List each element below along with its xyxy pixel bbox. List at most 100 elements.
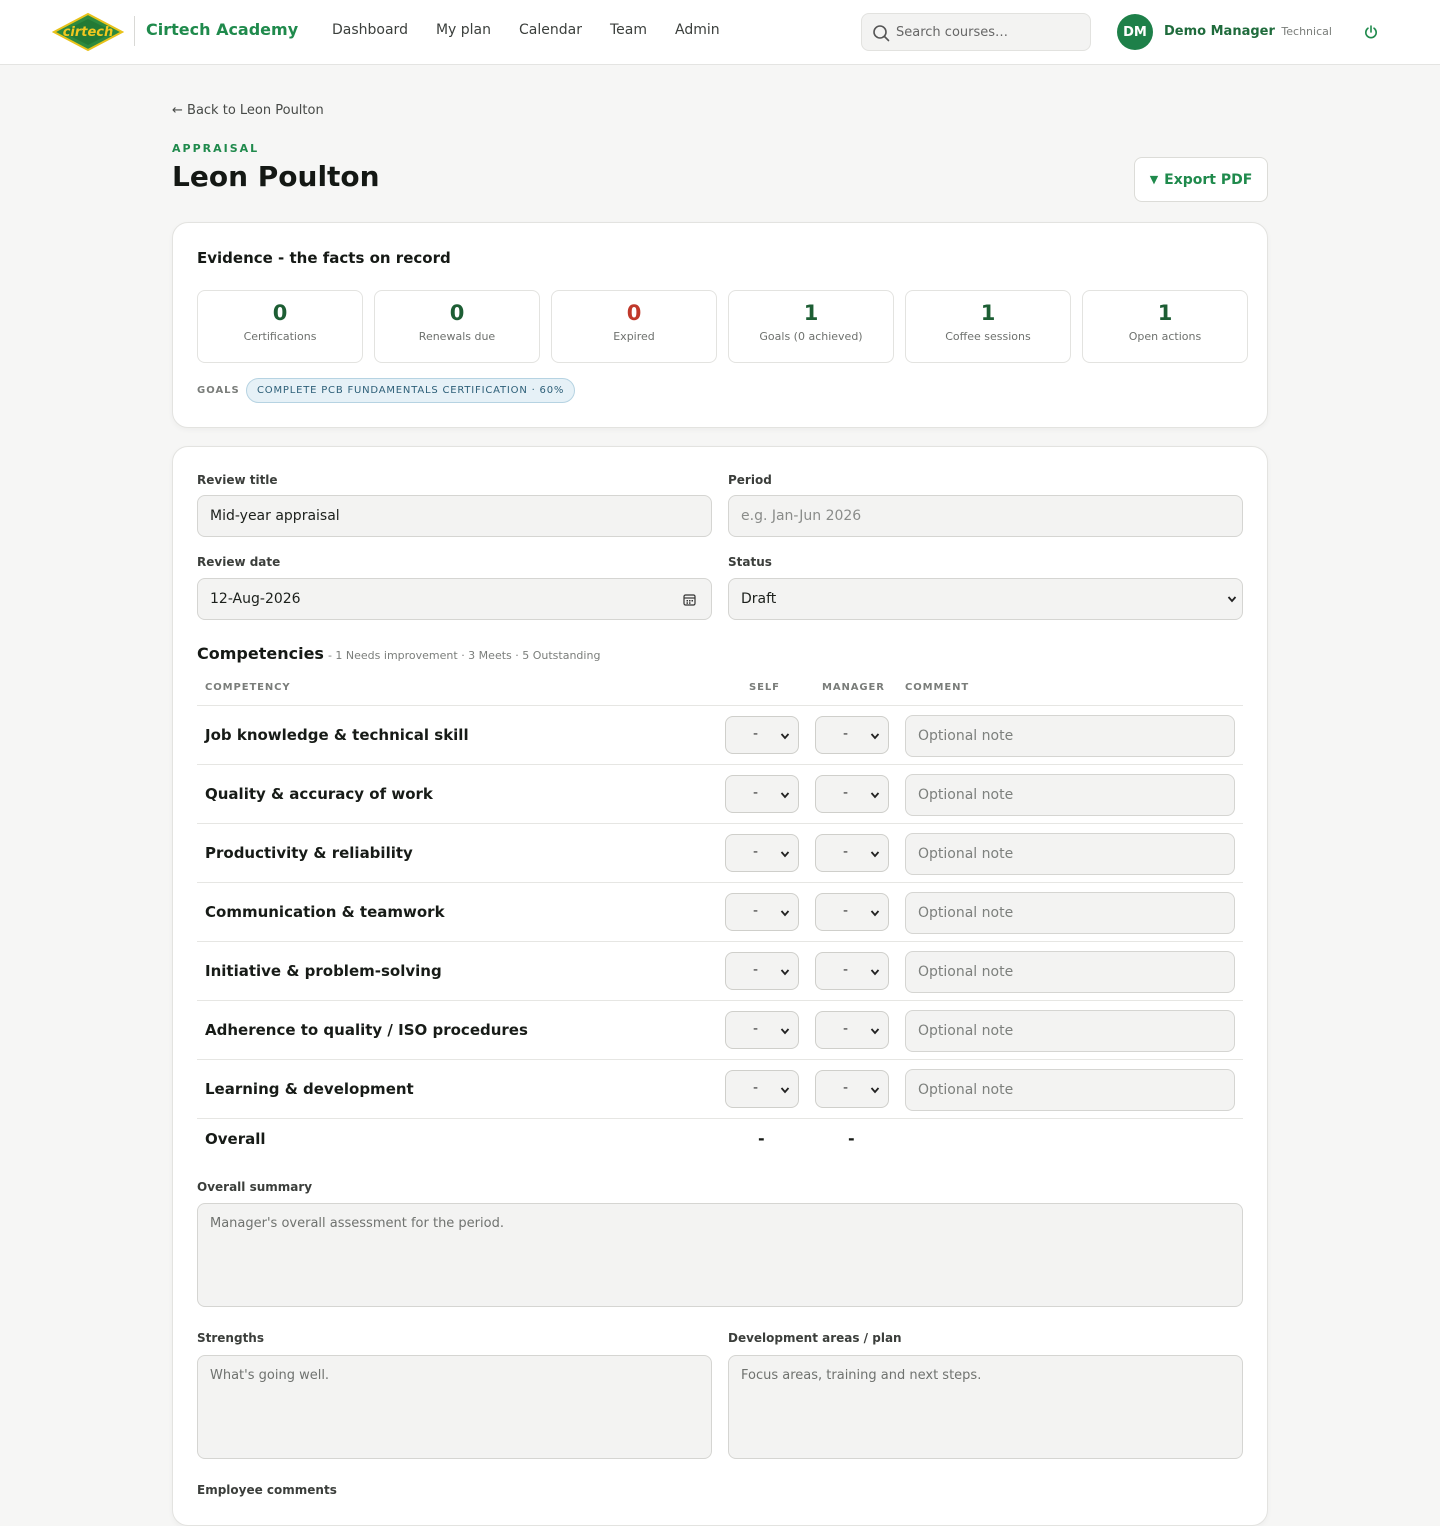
comment-note-input[interactable]: [905, 892, 1235, 934]
manager-rating-select[interactable]: -: [815, 1011, 889, 1049]
th-self: SELF: [749, 682, 780, 693]
svg-text:cirtech: cirtech: [63, 25, 114, 40]
overall-summary-textarea[interactable]: [197, 1203, 1243, 1307]
comment-note-input[interactable]: [905, 833, 1235, 875]
manager-rating-select[interactable]: -: [815, 952, 889, 990]
chevron-down-icon: [870, 1028, 880, 1035]
chevron-down-icon: [780, 733, 790, 740]
summary-label: Overall summary: [197, 1180, 313, 1194]
strengths-textarea[interactable]: [197, 1355, 712, 1459]
overall-manager-value: -: [848, 1129, 855, 1148]
logout-power-icon[interactable]: [1363, 24, 1379, 40]
competency-row: Learning & development - -: [197, 1059, 1243, 1118]
review-date-label: Review date: [197, 555, 281, 569]
user-name: Demo Manager: [1164, 24, 1275, 39]
period-input[interactable]: [728, 495, 1243, 537]
manager-rating-value: -: [843, 844, 849, 860]
chevron-down-icon: [780, 969, 790, 976]
self-rating-select[interactable]: -: [725, 893, 799, 931]
nav-team[interactable]: Team: [610, 22, 647, 38]
nav-dashboard[interactable]: Dashboard: [332, 22, 408, 38]
review-title-input[interactable]: [197, 495, 712, 537]
status-value: Draft: [741, 591, 777, 607]
chevron-down-icon: [780, 792, 790, 799]
stat-open-actions: 1 Open actions: [1082, 290, 1248, 363]
self-rating-select[interactable]: -: [725, 1011, 799, 1049]
manager-rating-value: -: [843, 903, 849, 919]
search-icon: [873, 25, 890, 42]
appraisal-form-card: Review title Period Review date Status D…: [172, 446, 1268, 1526]
manager-rating-value: -: [843, 962, 849, 978]
development-label: Development areas / plan: [728, 1331, 902, 1345]
self-rating-select[interactable]: -: [725, 952, 799, 990]
status-label: Status: [728, 555, 772, 569]
goals-label: GOALS: [197, 385, 240, 396]
brand-name[interactable]: Cirtech Academy: [146, 20, 298, 39]
competency-name: Initiative & problem-solving: [205, 962, 442, 980]
page-title: Leon Poulton: [172, 160, 380, 193]
manager-rating-value: -: [843, 1021, 849, 1037]
competency-name: Learning & development: [205, 1080, 414, 1098]
user-menu[interactable]: Demo Manager Technical: [1164, 24, 1332, 39]
stat-label: Open actions: [1128, 330, 1202, 343]
evidence-stats: 0 Certifications 0 Renewals due 0 Expire…: [197, 290, 1248, 363]
stat-value: 1: [803, 301, 819, 325]
stat-value: 0: [272, 301, 288, 325]
caret-down-icon: ▼: [1149, 173, 1159, 186]
user-role: Technical: [1281, 25, 1332, 38]
search-box: [861, 13, 1091, 51]
manager-rating-select[interactable]: -: [815, 1070, 889, 1108]
stat-label: Certifications: [243, 330, 317, 343]
comment-note-input[interactable]: [905, 1069, 1235, 1111]
employee-comments-label: Employee comments: [197, 1483, 337, 1497]
comment-note-input[interactable]: [905, 774, 1235, 816]
manager-rating-value: -: [843, 726, 849, 742]
development-textarea[interactable]: [728, 1355, 1243, 1459]
strengths-label: Strengths: [197, 1331, 264, 1345]
chevron-down-icon: [870, 910, 880, 917]
chevron-down-icon: [870, 792, 880, 799]
self-rating-select[interactable]: -: [725, 775, 799, 813]
back-link[interactable]: ← Back to Leon Poulton: [172, 103, 324, 118]
chevron-down-icon: [780, 851, 790, 858]
stat-value: 0: [449, 301, 465, 325]
status-select[interactable]: Draft: [728, 578, 1243, 620]
nav-admin[interactable]: Admin: [675, 22, 720, 38]
export-pdf-button[interactable]: ▼ Export PDF: [1134, 157, 1268, 202]
page-eyebrow: APPRAISAL: [172, 142, 260, 155]
stat-value: 0: [626, 301, 642, 325]
cirtech-logo[interactable]: cirtech: [52, 12, 124, 52]
self-rating-value: -: [753, 962, 759, 978]
search-input[interactable]: [896, 14, 1086, 50]
chevron-down-icon: [780, 910, 790, 917]
comment-note-input[interactable]: [905, 951, 1235, 993]
stat-label: Renewals due: [418, 330, 496, 343]
stat-renewals-due: 0 Renewals due: [374, 290, 540, 363]
logo-divider: [134, 16, 135, 46]
comment-note-input[interactable]: [905, 1010, 1235, 1052]
manager-rating-select[interactable]: -: [815, 893, 889, 931]
overall-row: Overall - -: [197, 1118, 1243, 1168]
manager-rating-select[interactable]: -: [815, 716, 889, 754]
self-rating-select[interactable]: -: [725, 834, 799, 872]
stat-value: 1: [980, 301, 996, 325]
nav-my-plan[interactable]: My plan: [436, 22, 491, 38]
self-rating-value: -: [753, 844, 759, 860]
stat-value: 1: [1157, 301, 1173, 325]
th-manager: MANAGER: [822, 682, 885, 693]
avatar[interactable]: DM: [1117, 14, 1153, 50]
manager-rating-select[interactable]: -: [815, 834, 889, 872]
main-nav: Dashboard My plan Calendar Team Admin: [332, 22, 720, 38]
manager-rating-select[interactable]: -: [815, 775, 889, 813]
self-rating-select[interactable]: -: [725, 716, 799, 754]
chevron-down-icon: [870, 969, 880, 976]
goal-chip: COMPLETE PCB FUNDAMENTALS CERTIFICATION …: [246, 378, 576, 403]
review-date-input[interactable]: [197, 578, 712, 620]
chevron-down-icon: [870, 733, 880, 740]
competency-row: Productivity & reliability - -: [197, 823, 1243, 882]
comment-note-input[interactable]: [905, 715, 1235, 757]
review-title-label: Review title: [197, 473, 278, 487]
self-rating-select[interactable]: -: [725, 1070, 799, 1108]
nav-calendar[interactable]: Calendar: [519, 22, 582, 38]
competency-row: Adherence to quality / ISO procedures - -: [197, 1000, 1243, 1059]
